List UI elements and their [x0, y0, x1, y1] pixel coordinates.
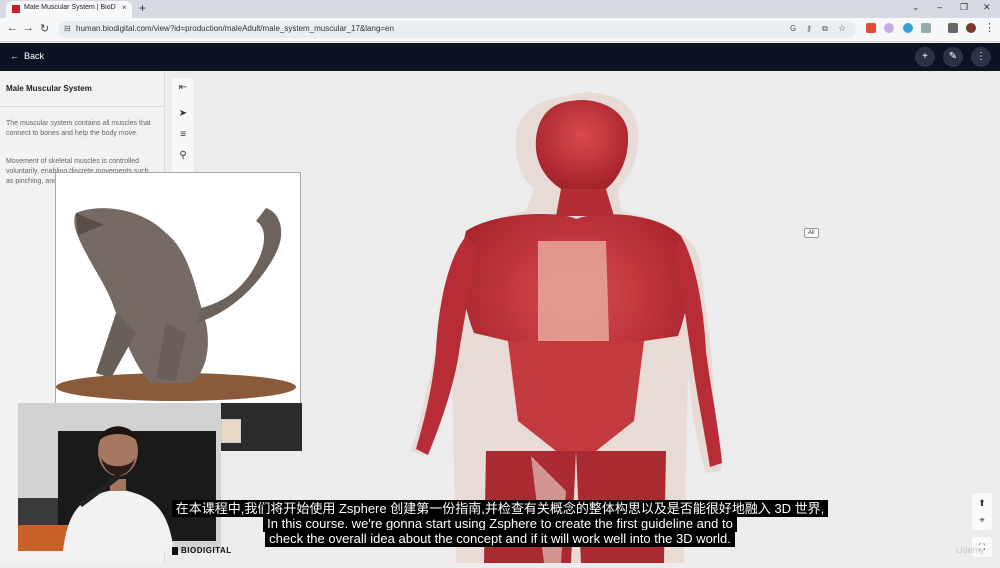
add-button[interactable]: + — [915, 47, 935, 67]
sidebar-title: Male Muscular System — [6, 84, 92, 93]
back-label: Back — [24, 51, 45, 61]
reload-button[interactable]: ↻ — [40, 22, 49, 35]
udemy-watermark: Udemy — [956, 545, 985, 555]
extension-purple-icon[interactable] — [884, 23, 894, 33]
back-nav-button[interactable]: ← — [7, 22, 18, 34]
url-text: human.biodigital.com/view?id=production/… — [76, 24, 394, 33]
profile-avatar[interactable] — [966, 23, 976, 33]
tools-button[interactable]: ✎ — [943, 47, 963, 67]
browser-tab-bar: Male Muscular System | BioDigital × + ⌄ … — [0, 0, 1000, 18]
password-key-icon[interactable]: ⚷ — [806, 24, 812, 33]
viewer-toolbar: ⇤ ➤ ≡ ⚲ — [172, 78, 194, 172]
layers-icon[interactable]: ≡ — [176, 129, 190, 140]
side-panel-icon[interactable] — [948, 23, 958, 33]
reference-thumbnail — [221, 419, 241, 443]
back-button[interactable]: ← Back — [10, 51, 44, 61]
biodigital-favicon-icon — [12, 5, 20, 13]
google-lens-icon[interactable]: G — [790, 24, 796, 33]
back-arrow-icon: ← — [10, 51, 19, 61]
app-header: ← Back + ✎ ⋮ — [0, 43, 1000, 71]
browser-tab[interactable]: Male Muscular System | BioDigital × — [6, 1, 132, 18]
select-cursor-icon[interactable]: ➤ — [176, 108, 190, 119]
site-info-icon[interactable]: ⊟ — [64, 24, 71, 33]
subtitle-english-line2: check the overall idea about the concept… — [0, 530, 1000, 548]
install-app-icon[interactable]: ⧉ — [822, 24, 828, 34]
forward-nav-button[interactable]: → — [23, 22, 34, 34]
extension-red-icon[interactable] — [866, 23, 876, 33]
tab-close-icon[interactable]: × — [122, 3, 127, 12]
all-label-tag[interactable]: All — [804, 228, 819, 238]
collapse-panel-icon[interactable]: ⇤ — [176, 82, 190, 93]
minimize-button[interactable]: – — [937, 2, 942, 12]
tab-search-dropdown-icon[interactable]: ⌄ — [912, 2, 920, 13]
sidebar-divider — [0, 106, 165, 107]
maximize-button[interactable]: ❐ — [960, 2, 968, 13]
more-menu-button[interactable]: ⋮ — [971, 47, 991, 67]
subtitle-english-text: check the overall idea about the concept… — [265, 530, 735, 547]
browser-menu-icon[interactable]: ⋮ — [984, 21, 995, 34]
creature-illustration — [56, 173, 300, 403]
tab-title: Male Muscular System | BioDigital — [24, 4, 116, 11]
bookmark-star-icon[interactable]: ☆ — [838, 23, 846, 34]
new-tab-button[interactable]: + — [139, 1, 146, 15]
close-window-button[interactable]: ✕ — [983, 2, 991, 13]
biodigital-logo-icon — [172, 547, 178, 555]
address-toolbar: ← → ↻ ⊟ human.biodigital.com/view?id=pro… — [0, 18, 1000, 42]
search-icon[interactable]: ⚲ — [176, 150, 190, 161]
url-bar[interactable]: ⊟ human.biodigital.com/view?id=productio… — [58, 21, 856, 38]
extensions-puzzle-icon[interactable] — [921, 23, 931, 33]
extension-blue-icon[interactable] — [903, 23, 913, 33]
sidebar-paragraph: The muscular system contains all muscles… — [6, 120, 151, 137]
